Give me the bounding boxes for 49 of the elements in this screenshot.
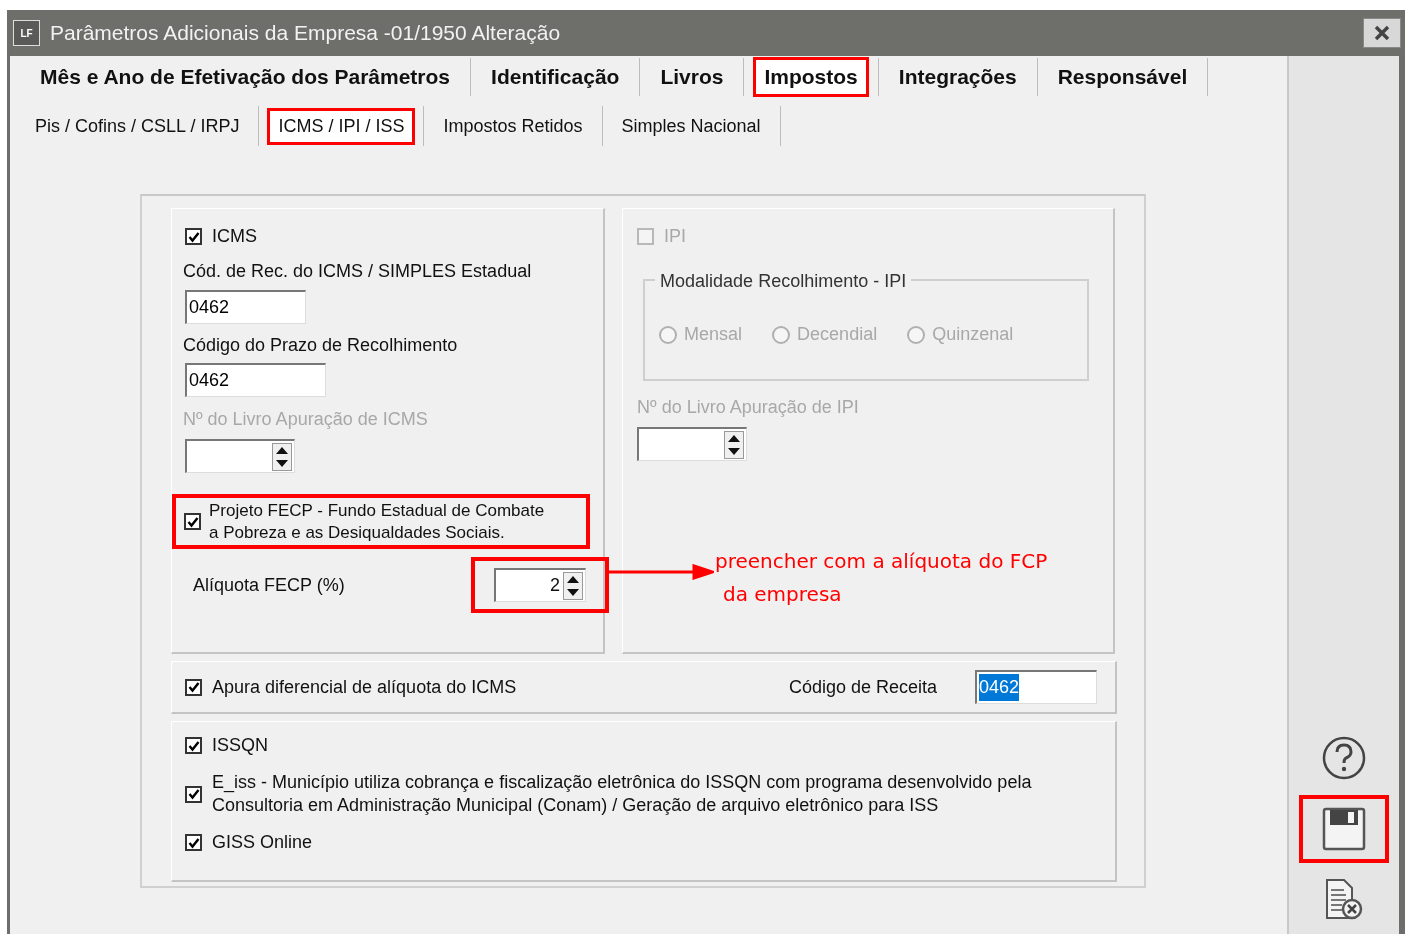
tab[interactable]: Impostos Retidos	[432, 107, 594, 145]
checkbox[interactable]	[185, 228, 202, 245]
checkbox-label: ISSQN	[212, 734, 269, 757]
field-label: Nº do Livro Apuração de ICMS	[183, 408, 429, 431]
annotation-text: preencher com a alíquota do FCP	[715, 548, 1048, 575]
help-icon[interactable]	[1322, 736, 1366, 781]
spin-arrows-icon[interactable]	[272, 442, 292, 471]
tab[interactable]: Livros	[649, 57, 735, 97]
radio-label: Quinzenal	[932, 323, 1014, 346]
checkbox-label: ICMS	[212, 225, 257, 248]
tab[interactable]: Impostos	[753, 57, 869, 97]
window-title: Parâmetros Adicionais da Empresa -01/1950 Alteração	[50, 20, 562, 47]
close-icon	[1374, 25, 1390, 41]
tab[interactable]: Identificação	[480, 57, 631, 97]
field-label: Código de Receita	[788, 675, 937, 699]
radio-label: Mensal	[684, 323, 743, 346]
checkbox-label: E_iss - Município utiliza cobrança e fiscalização eletrônica do ISSQN com programa desenvolvido pela Consultoria em Administração Municipal (Conam) / Geração de arquivo eletrônico para ISS	[212, 771, 1033, 817]
spin-field[interactable]	[185, 439, 295, 473]
tab[interactable]: Responsável	[1046, 57, 1199, 97]
tab[interactable]: Mês e Ano de Efetivação dos Parâmetros	[29, 57, 462, 97]
annotation-text: da empresa	[723, 581, 843, 608]
text-field[interactable]: 0462	[185, 363, 326, 397]
spin-field[interactable]	[637, 427, 748, 461]
checkbox[interactable]	[185, 678, 202, 696]
tab[interactable]: ICMS / IPI / ISS	[267, 107, 416, 145]
field-label: Nº do Livro Apuração de IPI	[637, 396, 860, 419]
checkbox[interactable]	[185, 785, 202, 803]
tab[interactable]: Pis / Cofins / CSLL / IRPJ	[24, 107, 251, 145]
field-label: Alíquota FECP (%)	[193, 573, 346, 597]
spin-arrows-icon[interactable]	[724, 430, 745, 459]
spin-field[interactable]: 2	[494, 568, 587, 602]
checkbox-label: IPI	[664, 225, 687, 248]
document-delete-icon[interactable]	[1324, 877, 1364, 922]
checkbox-label: GISS Online	[212, 831, 314, 854]
spin-arrows-icon[interactable]	[563, 571, 584, 600]
checkbox[interactable]	[185, 834, 202, 851]
text-field[interactable]: 0462	[185, 290, 306, 324]
tab[interactable]: Integrações	[887, 57, 1028, 97]
text-field[interactable]: 0462	[975, 670, 1097, 704]
close-button[interactable]	[1363, 18, 1401, 48]
checkbox-label: Projeto FECP - Fundo Estadual de Combate a Pobreza e as Desiqualdades Sociais.	[209, 499, 546, 544]
field-label: Código do Prazo de Recolhimento	[183, 334, 459, 357]
checkbox[interactable]	[184, 513, 201, 530]
checkbox-label: Apura diferencial de alíquota do ICMS	[212, 675, 518, 699]
app-icon: LF	[13, 20, 40, 46]
tab[interactable]: Simples Nacional	[610, 107, 772, 145]
field-label: Cód. de Rec. do ICMS / SIMPLES Estadual	[183, 260, 533, 283]
checkbox[interactable]	[185, 737, 202, 754]
radio-label: Decendial	[797, 323, 878, 346]
